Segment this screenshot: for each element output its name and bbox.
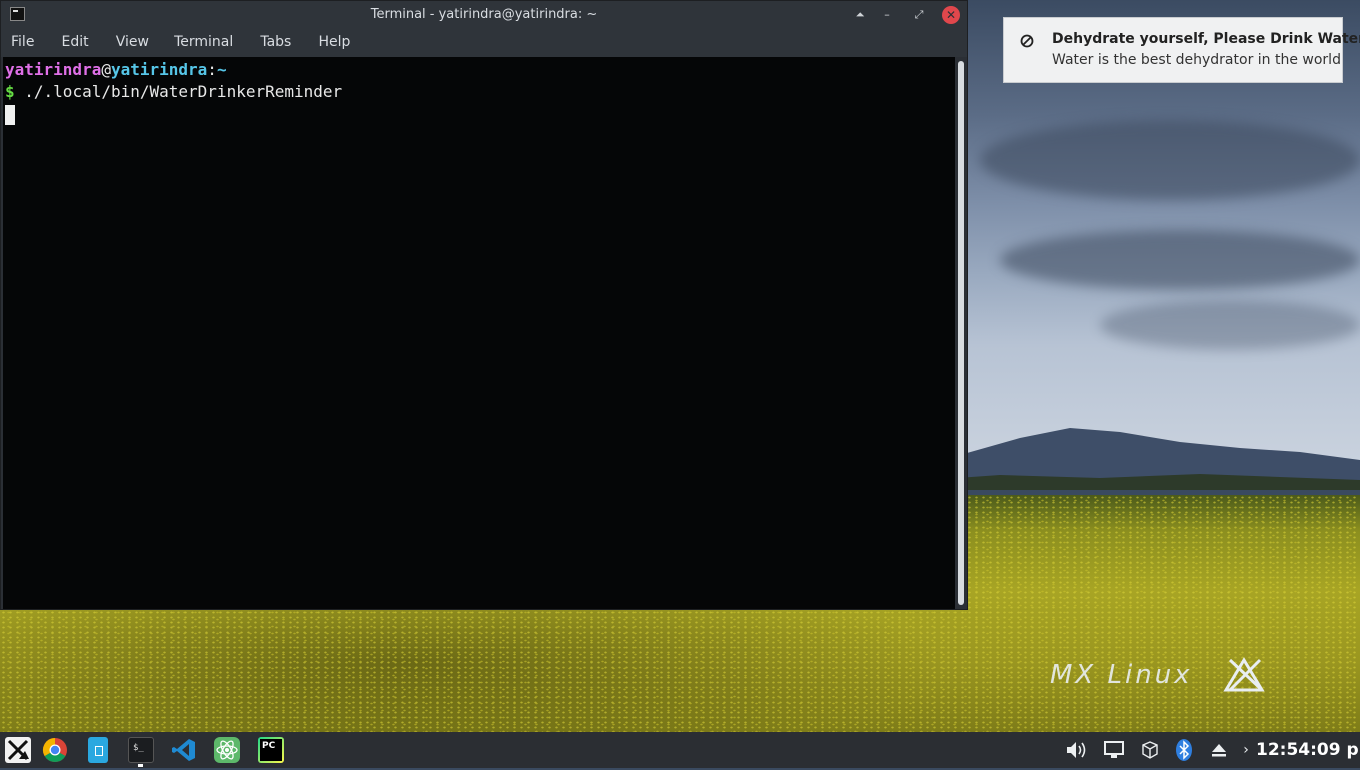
eject-icon[interactable] bbox=[1208, 737, 1230, 763]
shade-button[interactable]: ⏶ bbox=[851, 6, 869, 24]
menu-view[interactable]: View bbox=[116, 29, 149, 50]
terminal-scrollbar[interactable] bbox=[955, 57, 967, 609]
window-titlebar[interactable]: Terminal - yatirindra@yatirindra: ~ ⏶ – … bbox=[1, 1, 967, 29]
command-line: $ ./.local/bin/WaterDrinkerReminder bbox=[5, 81, 955, 103]
terminal-output[interactable]: yatirindra@yatirindra:~ $ ./.local/bin/W… bbox=[3, 57, 955, 609]
notification-title: Dehydrate yourself, Please Drink Water bbox=[1052, 31, 1360, 47]
file-manager-icon[interactable] bbox=[88, 737, 108, 763]
menu-tabs[interactable]: Tabs bbox=[260, 29, 291, 50]
active-window-indicator bbox=[138, 764, 143, 767]
prompt-host: yatirindra bbox=[110, 60, 208, 79]
prompt-colon: : bbox=[207, 60, 217, 79]
prompt-at: @ bbox=[101, 60, 111, 79]
bluetooth-icon[interactable] bbox=[1173, 737, 1195, 763]
text-cursor bbox=[5, 104, 15, 125]
pycharm-icon[interactable]: PC bbox=[258, 737, 284, 763]
clock[interactable]: 12:54:09 pm bbox=[1256, 740, 1360, 760]
menu-terminal[interactable]: Terminal bbox=[174, 29, 233, 50]
command-text: ./.local/bin/WaterDrinkerReminder bbox=[14, 82, 343, 101]
prompt-line: yatirindra@yatirindra:~ bbox=[5, 59, 955, 81]
scrollbar-thumb[interactable] bbox=[958, 61, 964, 605]
pycharm-label: PC bbox=[260, 739, 282, 761]
menu-bar: File Edit View Terminal Tabs Help bbox=[1, 29, 967, 57]
close-button[interactable]: ✕ bbox=[942, 6, 960, 24]
terminal-window[interactable]: Terminal - yatirindra@yatirindra: ~ ⏶ – … bbox=[0, 0, 968, 610]
package-icon[interactable] bbox=[1139, 737, 1161, 763]
no-entry-icon bbox=[1020, 34, 1034, 48]
prompt-cwd: ~ bbox=[216, 60, 227, 79]
chrome-icon[interactable] bbox=[42, 737, 68, 763]
notification-popup[interactable]: Dehydrate yourself, Please Drink Water W… bbox=[1003, 17, 1360, 83]
minimize-button[interactable]: – bbox=[878, 6, 896, 24]
mx-linux-emblem-icon bbox=[1223, 657, 1265, 692]
menu-file[interactable]: File bbox=[11, 29, 34, 50]
volume-icon[interactable] bbox=[1064, 737, 1090, 763]
vscode-icon[interactable] bbox=[171, 737, 197, 763]
maximize-button[interactable]: ⤢ bbox=[910, 6, 928, 24]
taskbar: $_ PC › 12:54:09 p bbox=[0, 732, 1360, 768]
menu-help[interactable]: Help bbox=[318, 29, 350, 50]
network-icon[interactable] bbox=[1102, 737, 1126, 763]
notification-body: Water is the best dehydrator in the worl… bbox=[1052, 52, 1341, 68]
menu-edit[interactable]: Edit bbox=[62, 29, 89, 50]
prompt-symbol: $ bbox=[5, 82, 15, 101]
prompt-user: yatirindra bbox=[5, 60, 102, 79]
mx-linux-logo: MX Linux bbox=[1050, 660, 1193, 690]
terminal-icon[interactable]: $_ bbox=[128, 737, 154, 763]
expand-arrow-icon[interactable]: › bbox=[1240, 737, 1252, 763]
atom-icon[interactable] bbox=[214, 737, 240, 763]
window-title: Terminal - yatirindra@yatirindra: ~ bbox=[370, 7, 598, 22]
mx-menu-icon[interactable] bbox=[5, 737, 31, 763]
